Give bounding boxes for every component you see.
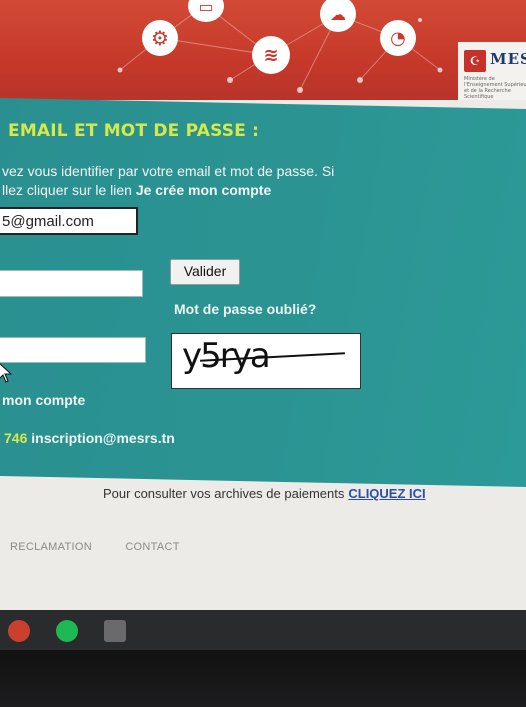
contact-email[interactable]: inscription@mesrs.tn: [31, 430, 175, 446]
taskbar: [0, 610, 526, 650]
submit-button[interactable]: Valider: [170, 259, 240, 285]
logo-subtitle: Ministère de l'Enseignement Supérieur et…: [464, 76, 526, 100]
contact-number: 746: [4, 430, 28, 446]
monitor-bezel: [0, 650, 526, 707]
forgot-password-link[interactable]: Mot de passe oublié?: [174, 301, 316, 317]
login-instructions: vez vous identifier par votre email et m…: [2, 162, 522, 200]
browser-viewport: ⚙ ▭ ≋ ☁ ◔ ☪ MESR Ministère de l'Enseigne…: [0, 0, 526, 640]
captcha-input[interactable]: [0, 337, 146, 363]
app-icon[interactable]: [104, 620, 126, 642]
spotify-icon[interactable]: [56, 620, 78, 642]
instructions-line-2-prefix: llez cliquer sur le lien: [2, 182, 136, 198]
password-field[interactable]: [0, 270, 143, 297]
create-account-link[interactable]: mon compte: [2, 392, 85, 408]
archives-notice: Pour consulter vos archives de paiements…: [103, 486, 426, 501]
email-field[interactable]: 5@gmail.com: [0, 207, 138, 235]
archives-text: Pour consulter vos archives de paiements: [103, 486, 345, 501]
ministry-logo: ☪ MESR Ministère de l'Enseignement Supér…: [458, 42, 526, 100]
wifi-icon: ≋: [252, 36, 290, 74]
logo-text: MESR: [490, 50, 526, 68]
create-account-inline-link[interactable]: Je crée mon compte: [136, 182, 271, 198]
tunisia-flag-icon: ☪: [464, 50, 486, 72]
footer-reclamation-link[interactable]: RECLAMATION: [10, 541, 92, 553]
chrome-icon[interactable]: [8, 620, 30, 642]
mouse-cursor-icon: [0, 363, 13, 383]
footer-contact-link[interactable]: CONTACT: [125, 541, 179, 553]
archives-link[interactable]: CLIQUEZ ICI: [348, 486, 425, 501]
contact-info: 746 inscription@mesrs.tn: [4, 430, 175, 446]
header-banner: ⚙ ▭ ≋ ☁ ◔ ☪ MESR Ministère de l'Enseigne…: [0, 0, 526, 100]
clock-icon: ◔: [380, 20, 416, 56]
instructions-line-2: llez cliquer sur le lien Je crée mon com…: [2, 181, 522, 200]
gear-icon: ⚙: [142, 20, 178, 56]
section-title: EMAIL ET MOT DE PASSE :: [8, 121, 260, 141]
captcha-image: y5rya: [171, 333, 361, 389]
footer-nav: RECLAMATION CONTACT: [10, 541, 210, 553]
instructions-line-1: vez vous identifier par votre email et m…: [2, 163, 335, 179]
